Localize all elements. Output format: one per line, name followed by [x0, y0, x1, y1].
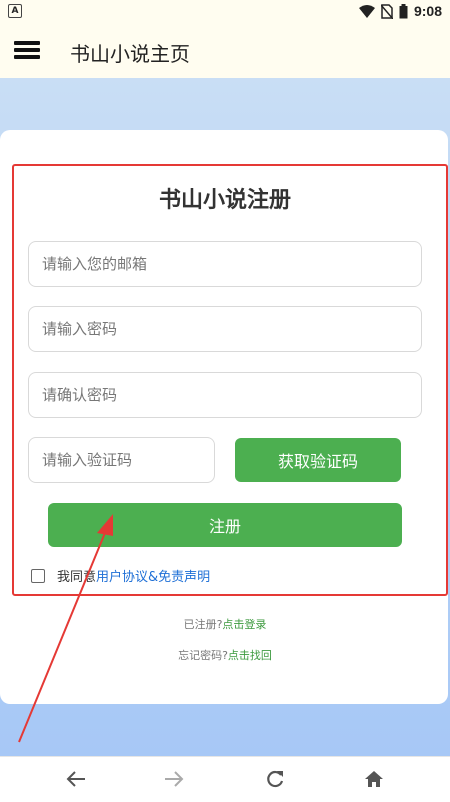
login-prefix: 已注册?	[183, 618, 223, 631]
recover-line: 忘记密码?点击找回	[0, 647, 450, 663]
home-icon[interactable]	[362, 767, 386, 791]
login-line: 已注册?点击登录	[0, 616, 450, 632]
bottom-nav	[0, 756, 450, 802]
back-icon[interactable]	[64, 767, 88, 791]
forward-icon[interactable]	[162, 767, 186, 791]
login-link[interactable]: 点击登录	[222, 618, 266, 631]
annotation-arrow	[18, 514, 113, 743]
recover-prefix: 忘记密码?	[178, 649, 228, 662]
reload-icon[interactable]	[263, 767, 287, 791]
recover-link[interactable]: 点击找回	[228, 649, 272, 662]
